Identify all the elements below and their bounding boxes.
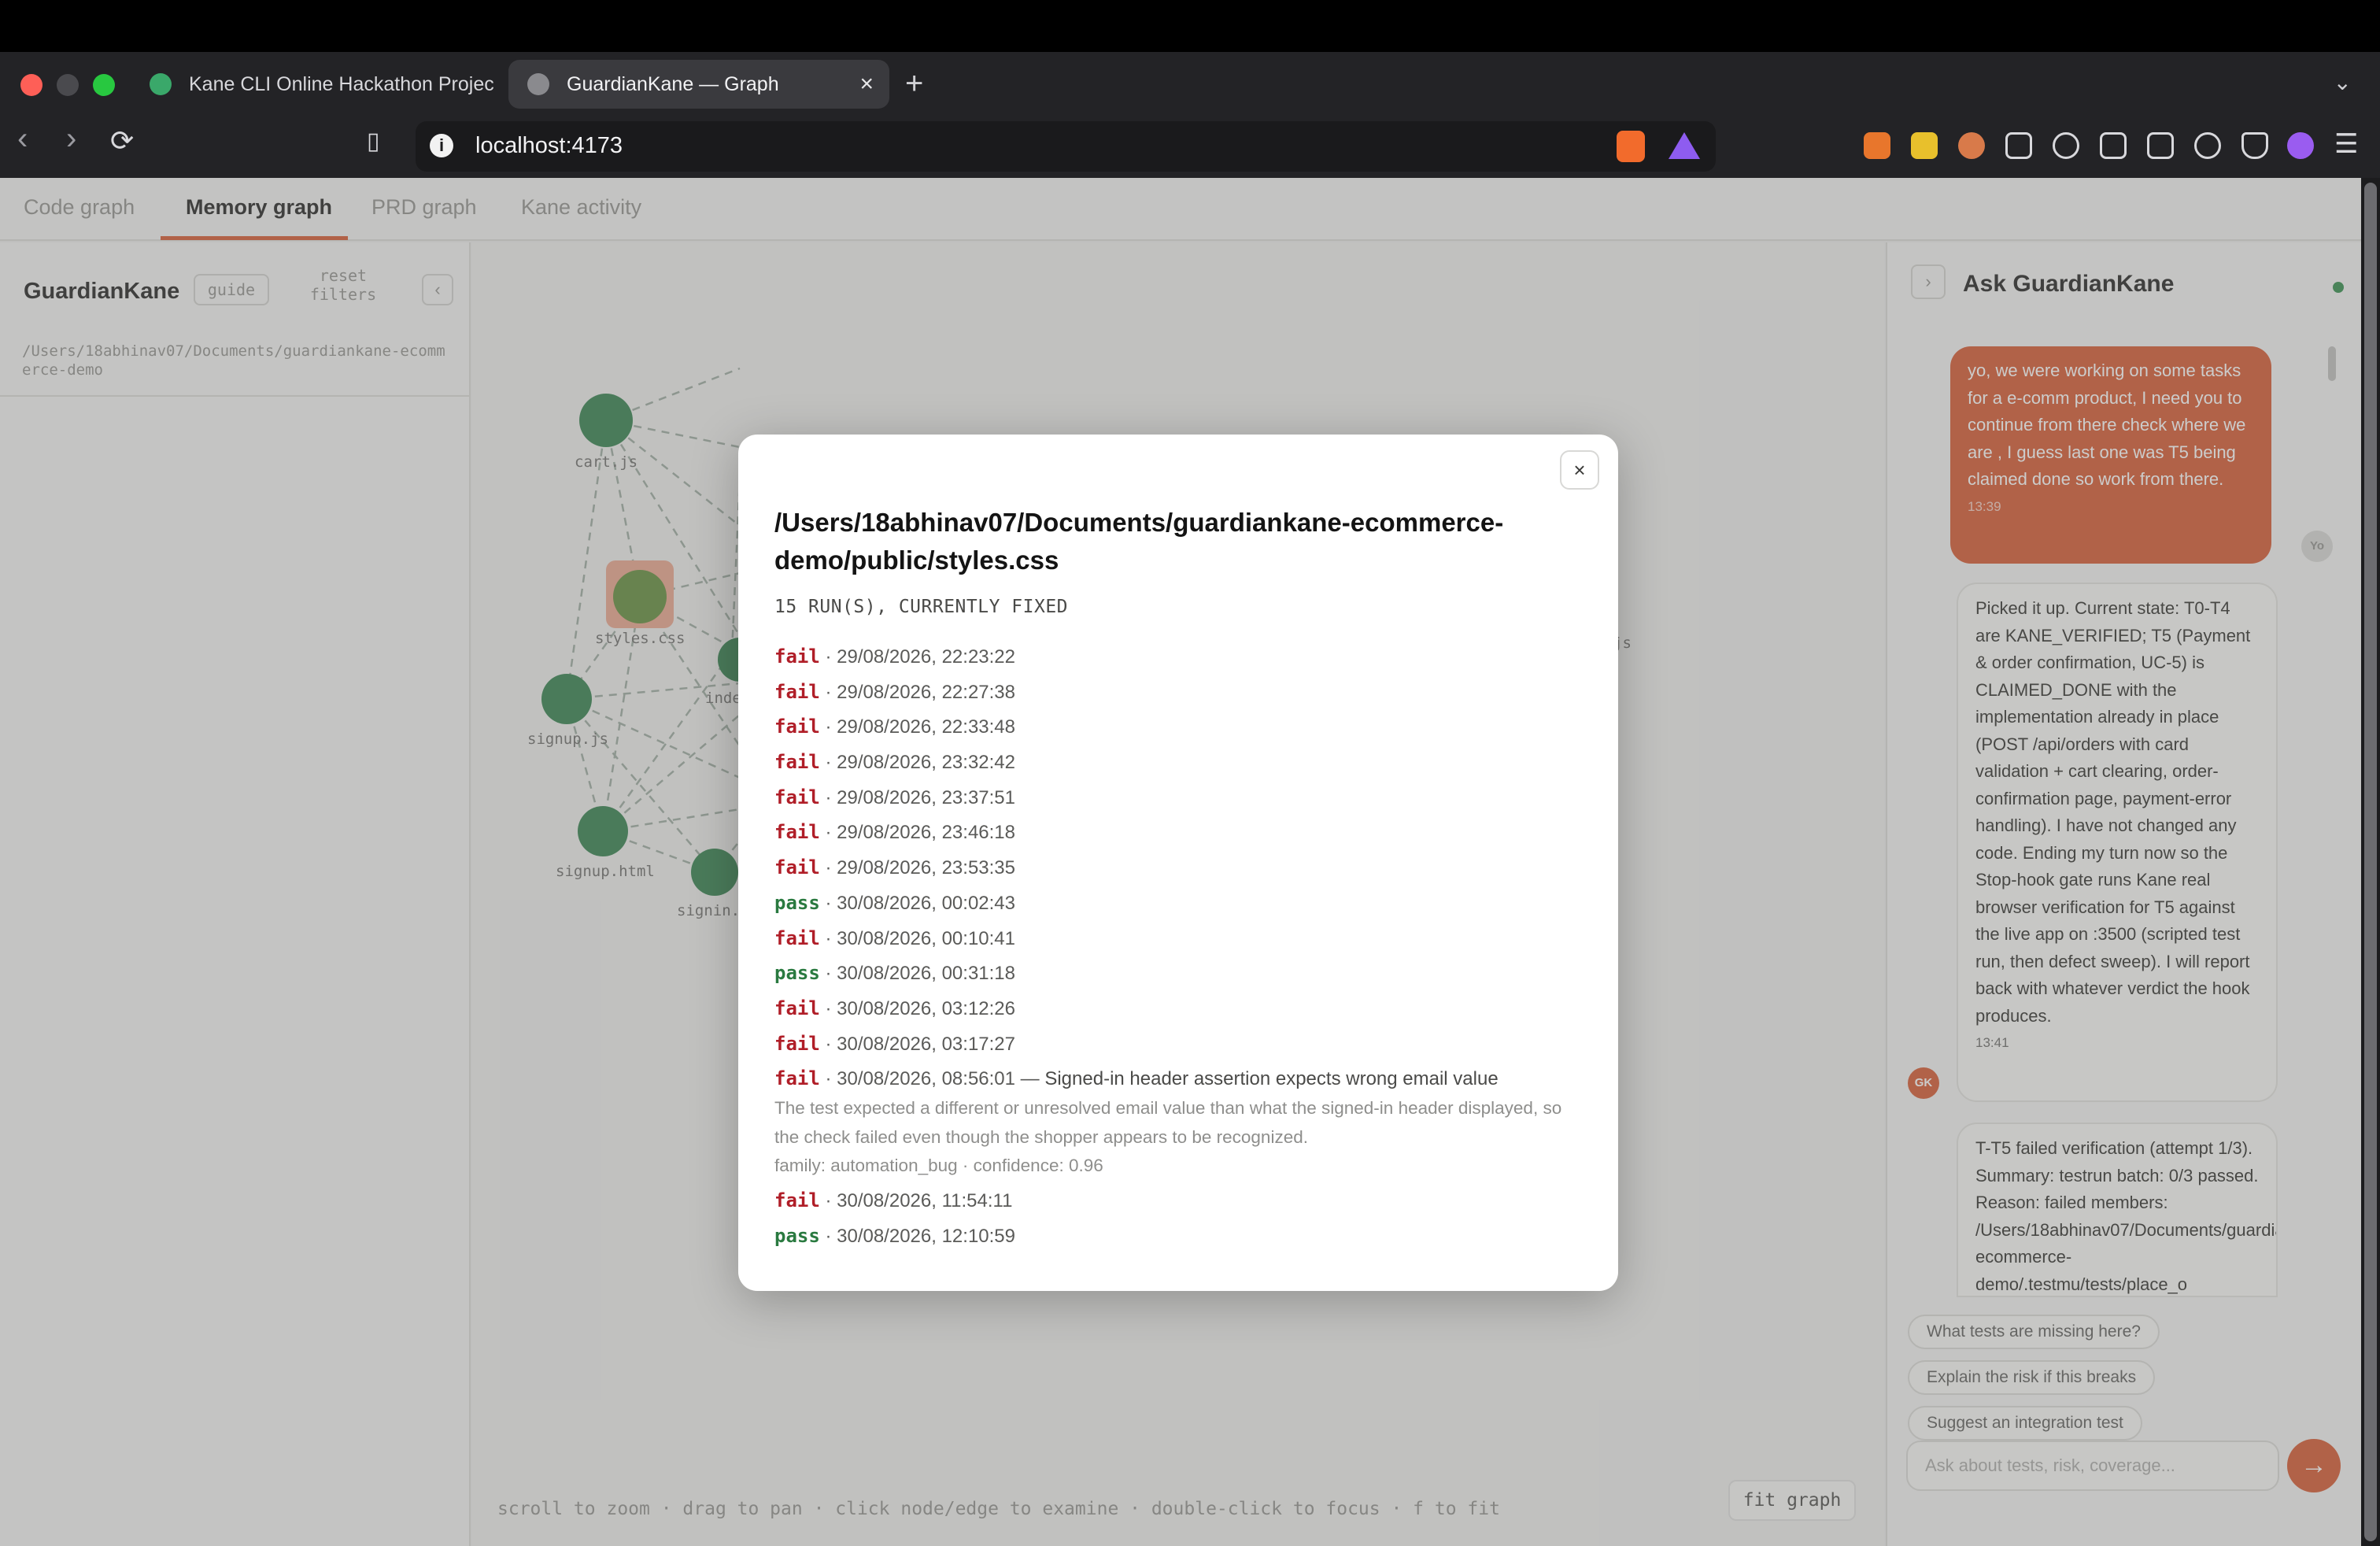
- run-row: fail · 29/08/2026, 23:46:18: [774, 821, 1015, 844]
- run-status: fail: [774, 751, 820, 774]
- browser-tab-guardiankane[interactable]: GuardianKane — Graph ×: [508, 60, 889, 109]
- run-status: fail: [774, 680, 820, 703]
- maximize-window-button[interactable]: [93, 74, 115, 96]
- modal-subtitle: 15 RUN(S), CURRENTLY FIXED: [774, 597, 1069, 617]
- run-time: 29/08/2026, 23:32:42: [837, 752, 1015, 774]
- site-info-icon[interactable]: i: [430, 134, 453, 157]
- forward-arrow-icon[interactable]: ›: [66, 121, 76, 157]
- leo-ai-icon[interactable]: [2053, 132, 2079, 159]
- run-time: 30/08/2026, 03:17:27: [837, 1033, 1015, 1055]
- run-detail: The test expected a different or unresol…: [774, 1098, 1562, 1148]
- close-window-button[interactable]: [20, 74, 42, 96]
- run-time: 29/08/2026, 22:33:48: [837, 716, 1015, 738]
- run-row: fail · 30/08/2026, 00:10:41: [774, 926, 1015, 949]
- star-ai-icon[interactable]: [2194, 132, 2221, 159]
- sparkle-extension-icon[interactable]: [1958, 132, 1985, 159]
- url-text[interactable]: localhost:4173: [475, 133, 623, 159]
- run-status: pass: [774, 962, 820, 985]
- emoji-extension-icon[interactable]: [1911, 132, 1938, 159]
- vpn-shield-icon[interactable]: [2241, 132, 2268, 159]
- run-meta: family: automation_bug · confidence: 0.9…: [774, 1156, 1103, 1176]
- run-row: fail · 29/08/2026, 22:27:38: [774, 680, 1015, 703]
- run-row: fail · 29/08/2026, 22:33:48: [774, 716, 1015, 738]
- browser-tab-hackathon[interactable]: Kane CLI Online Hackathon Project: [131, 60, 494, 109]
- profile-avatar-icon[interactable]: [2287, 132, 2314, 159]
- wallet-icon[interactable]: [2147, 132, 2174, 159]
- page-scrollbar[interactable]: [2361, 178, 2380, 1546]
- run-row: fail · 29/08/2026, 23:53:35: [774, 856, 1015, 879]
- run-status: pass: [774, 891, 820, 914]
- back-arrow-icon[interactable]: ‹: [17, 121, 28, 157]
- hackathon-favicon-icon: [150, 73, 172, 95]
- run-status: fail: [774, 786, 820, 808]
- run-time: 29/08/2026, 23:53:35: [837, 857, 1015, 879]
- run-row: fail · 30/08/2026, 03:12:26: [774, 997, 1015, 1019]
- address-bar[interactable]: i localhost:4173: [416, 121, 1716, 172]
- run-status: fail: [774, 645, 820, 668]
- run-row: fail · 30/08/2026, 11:54:11: [774, 1189, 1013, 1212]
- run-time: 30/08/2026, 11:54:11: [837, 1190, 1013, 1212]
- run-time: 30/08/2026, 00:31:18: [837, 963, 1015, 985]
- new-tab-icon[interactable]: +: [905, 66, 923, 102]
- run-time: 30/08/2026, 12:10:59: [837, 1225, 1015, 1247]
- minimize-window-button[interactable]: [57, 74, 79, 96]
- brave-shields-icon[interactable]: [1617, 131, 1645, 162]
- fox-extension-icon[interactable]: [1864, 132, 1890, 159]
- run-row: fail · 30/08/2026, 03:17:27: [774, 1032, 1015, 1055]
- tab-title: GuardianKane — Graph: [567, 72, 779, 95]
- menu-hamburger-icon[interactable]: ☰: [2334, 131, 2361, 157]
- run-row: pass · 30/08/2026, 00:02:43: [774, 891, 1015, 914]
- run-status: fail: [774, 1032, 820, 1055]
- run-reason: Signed-in header assertion expects wrong…: [1044, 1068, 1499, 1090]
- puzzle-extensions-icon[interactable]: [2005, 132, 2032, 159]
- run-status: fail: [774, 821, 820, 844]
- reload-icon[interactable]: ⟳: [110, 124, 134, 157]
- tab-title: Kane CLI Online Hackathon Project: [189, 72, 494, 95]
- run-row: fail · 30/08/2026, 08:56:01 — Signed-in …: [774, 1067, 1499, 1090]
- run-time: 29/08/2026, 22:27:38: [837, 681, 1015, 703]
- run-status: fail: [774, 997, 820, 1019]
- run-time: 29/08/2026, 22:23:22: [837, 646, 1015, 668]
- run-row: pass · 30/08/2026, 00:31:18: [774, 962, 1015, 985]
- run-time: 29/08/2026, 23:46:18: [837, 822, 1015, 844]
- run-time: 30/08/2026, 00:02:43: [837, 892, 1015, 914]
- run-row: fail · 29/08/2026, 22:23:22: [774, 645, 1015, 668]
- run-time: 30/08/2026, 03:12:26: [837, 997, 1015, 1019]
- scrollbar-thumb[interactable]: [2364, 183, 2377, 1541]
- run-status: fail: [774, 1067, 820, 1090]
- brave-rewards-icon[interactable]: [1669, 132, 1700, 159]
- run-status: pass: [774, 1224, 820, 1247]
- tab-list-chevron-icon[interactable]: ⌄: [2334, 69, 2352, 95]
- globe-favicon-icon: [527, 73, 549, 95]
- bookmark-icon[interactable]: ▯: [367, 128, 380, 155]
- run-row: fail · 29/08/2026, 23:37:51: [774, 786, 1015, 808]
- run-status: fail: [774, 926, 820, 949]
- run-time: 30/08/2026, 00:10:41: [837, 927, 1015, 949]
- run-list: fail · 29/08/2026, 22:23:22 fail · 29/08/…: [774, 642, 1585, 1257]
- run-status: fail: [774, 1189, 820, 1212]
- run-row: fail · 29/08/2026, 23:32:42: [774, 751, 1015, 774]
- tab-strip: Kane CLI Online Hackathon Project Guardi…: [0, 52, 2380, 115]
- run-status: fail: [774, 716, 820, 738]
- close-tab-icon[interactable]: ×: [859, 71, 874, 98]
- file-runs-modal: × /Users/18abhinav07/Documents/guardiank…: [738, 435, 1618, 1291]
- run-row: pass · 30/08/2026, 12:10:59: [774, 1224, 1015, 1247]
- close-modal-icon[interactable]: ×: [1560, 450, 1599, 490]
- run-status: fail: [774, 856, 820, 879]
- run-time: 30/08/2026, 08:56:01: [837, 1068, 1015, 1090]
- sidebar-toggle-icon[interactable]: [2100, 132, 2127, 159]
- run-time: 29/08/2026, 23:37:51: [837, 786, 1015, 808]
- modal-title: /Users/18abhinav07/Documents/guardiankan…: [774, 508, 1504, 575]
